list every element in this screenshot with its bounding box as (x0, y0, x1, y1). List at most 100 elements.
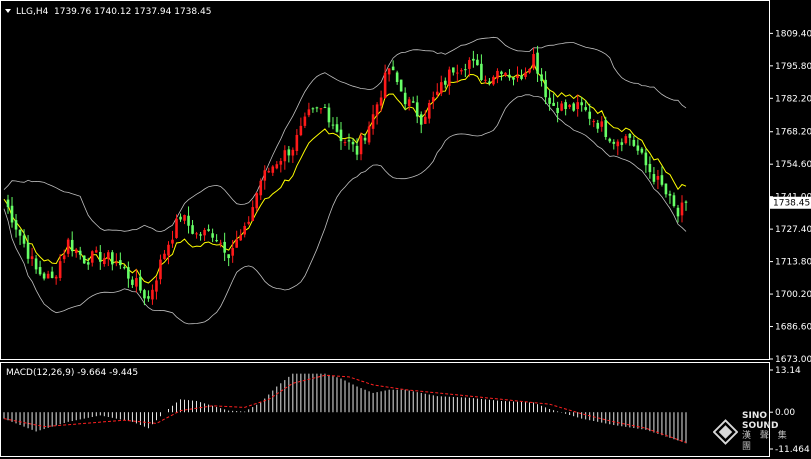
candle-body (468, 60, 471, 69)
candle-body (379, 97, 383, 106)
candle-body (6, 199, 10, 208)
candle-body (30, 256, 34, 260)
candle-body (460, 70, 463, 72)
price-tick-label: 1782.20 (775, 94, 811, 104)
candle-body (584, 107, 588, 110)
candle-body (58, 261, 62, 279)
candle-body (676, 207, 680, 217)
candle-body (580, 102, 583, 106)
candle-body (516, 75, 519, 78)
candle-body (259, 180, 263, 196)
candle-body (576, 102, 579, 110)
candle-body (568, 104, 571, 108)
candle-body (235, 239, 238, 248)
price-tick-label: 1768.20 (775, 128, 811, 138)
candle-body (347, 140, 351, 142)
candle-body (295, 134, 299, 151)
candle-body (452, 67, 455, 73)
candle-body (644, 152, 648, 166)
candle-body (78, 250, 82, 255)
candle-body (211, 233, 214, 238)
candle-body (512, 77, 515, 80)
price-tick-label: 1686.60 (775, 323, 811, 333)
candle-body (279, 161, 283, 165)
candle-body (98, 251, 102, 262)
candle-body (548, 97, 551, 104)
candle-body (303, 116, 307, 126)
price-series-layer (3, 36, 688, 325)
candle-body (351, 141, 355, 145)
candle-body (500, 71, 503, 74)
candle-body (536, 52, 539, 74)
candle-body (10, 205, 14, 223)
candle-body (431, 97, 435, 102)
candle-body (668, 193, 672, 196)
candle-body (604, 120, 608, 137)
candle-body (251, 207, 255, 221)
candle-body (107, 252, 110, 260)
candle-body (227, 254, 230, 259)
candle-body (492, 76, 495, 85)
candle-body (267, 171, 271, 173)
candle-body (439, 82, 443, 94)
candle-body (556, 107, 559, 113)
candle-body (371, 114, 375, 129)
candle-body (612, 141, 616, 144)
candle-body (636, 145, 640, 151)
candle-body (255, 193, 259, 209)
price-axis: 1809.401795.801782.201768.201754.601741.… (769, 29, 811, 365)
candle-body (640, 148, 644, 153)
candle-body (616, 141, 620, 147)
candle-body (624, 136, 628, 144)
candle-body (564, 102, 567, 110)
candle-body (664, 183, 668, 195)
candle-body (684, 201, 688, 203)
candle-body (42, 273, 46, 279)
candle-body (199, 234, 202, 236)
candle-body (319, 108, 323, 110)
price-tick-label: 1795.80 (775, 62, 811, 72)
candle-body (147, 296, 150, 299)
macd-header-label: MACD(12,26,9) -9.664 -9.445 (6, 368, 138, 378)
candle-body (327, 107, 331, 123)
candle-body (215, 240, 218, 242)
last-price-label: 1738.45 (773, 199, 810, 209)
candle-body (391, 66, 395, 71)
candle-body (387, 68, 391, 75)
candle-body (315, 107, 319, 109)
candle-body (520, 75, 523, 79)
candle-body (94, 250, 98, 253)
candle-body (74, 249, 78, 254)
macd-tick-label: 13.14 (775, 366, 801, 376)
moving-average-line (3, 61, 687, 284)
candle-body (415, 102, 419, 117)
candle-body (287, 149, 291, 156)
candle-body (464, 69, 467, 71)
candle-body (680, 202, 684, 216)
candle-body (496, 70, 499, 79)
candle-body (115, 262, 118, 264)
candle-body (175, 218, 178, 238)
dropdown-triangle-icon[interactable] (5, 9, 11, 13)
candle-body (596, 122, 600, 129)
candle-body (411, 101, 415, 103)
price-tick-label: 1809.40 (775, 29, 811, 39)
candle-body (247, 221, 251, 224)
candle-body (572, 103, 575, 111)
candle-body (90, 251, 94, 263)
candle-body (82, 255, 86, 264)
candle-body (476, 59, 479, 66)
candle-body (291, 149, 295, 156)
candle-body (448, 69, 451, 86)
trading-chart[interactable]: 1809.401795.801782.201768.201754.601741.… (0, 0, 811, 459)
candle-body (299, 125, 303, 136)
candle-body (480, 63, 483, 80)
candle-body (155, 280, 158, 292)
candle-body (472, 58, 475, 61)
candle-body (375, 104, 379, 116)
candle-body (283, 150, 287, 162)
candle-body (383, 72, 387, 98)
candle-body (18, 229, 22, 236)
candle-body (179, 216, 182, 220)
candle-body (187, 215, 190, 226)
